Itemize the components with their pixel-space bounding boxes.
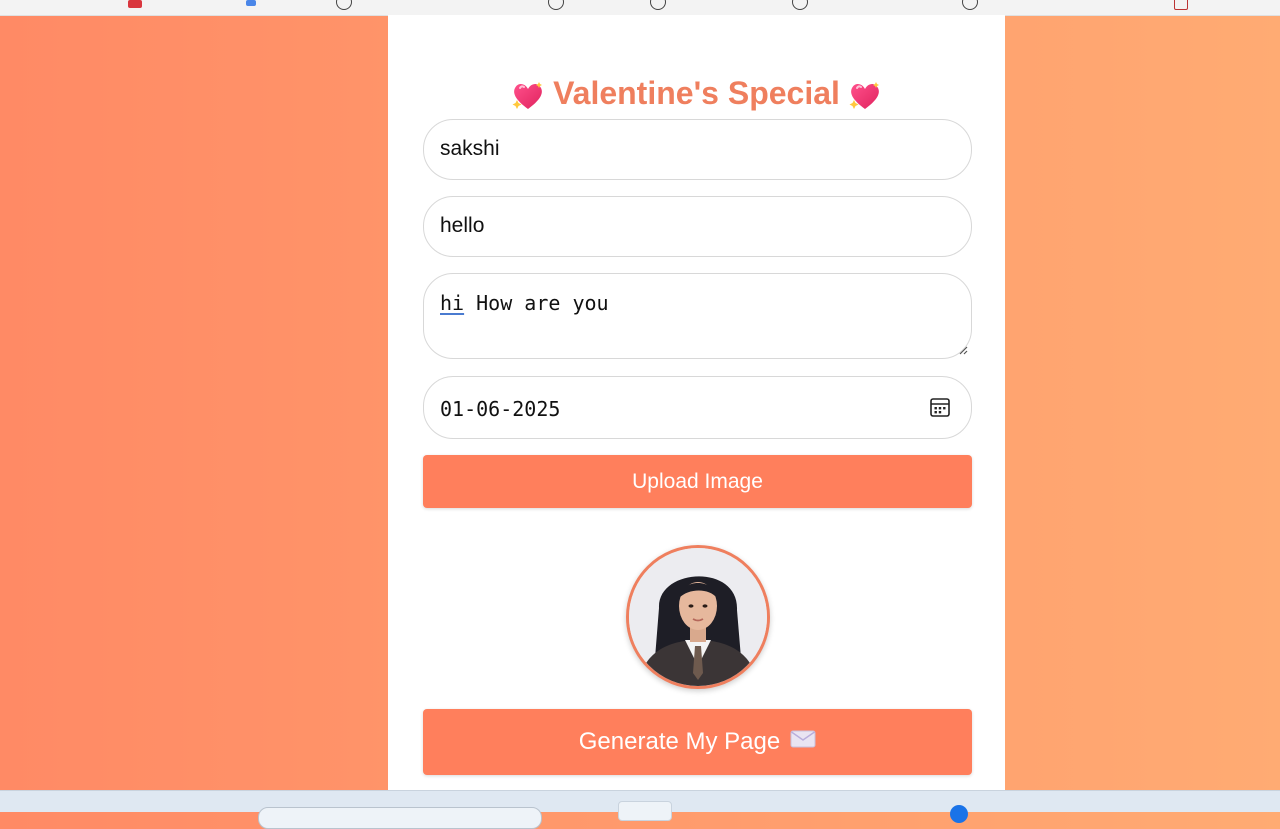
generate-page-button[interactable]: Generate My Page [423,709,972,775]
message-text: How are you [464,291,609,315]
globe-icon[interactable] [962,0,978,10]
name-input-value: sakshi [440,137,500,160]
subject-input[interactable]: hello [423,196,972,257]
page-title-text: Valentine's Special [553,75,840,111]
date-input-value: 01-06-2025 [440,397,561,421]
subject-input-value: hello [440,214,485,237]
globe-icon[interactable] [650,0,666,10]
envelope-icon [790,708,816,774]
globe-icon[interactable] [548,0,564,10]
page-title: Valentine's Special [388,73,1005,113]
globe-icon[interactable] [792,0,808,10]
taskbar-search[interactable] [258,807,542,829]
document-icon[interactable] [1174,0,1188,10]
globe-icon[interactable] [336,0,352,10]
taskbar-app-button[interactable] [618,801,672,821]
heart-sparkle-icon [511,80,545,112]
bookmark-icon[interactable] [128,0,142,8]
upload-image-label: Upload Image [632,470,763,493]
resize-handle-icon[interactable] [958,345,968,355]
form-card: Valentine's Special sakshi hello hi How … [388,15,1005,790]
spellcheck-word: hi [440,291,465,315]
os-taskbar [0,790,1280,829]
profile-photo [629,548,767,686]
profile-photo-preview [626,545,770,689]
generate-page-label: Generate My Page [578,728,781,755]
bookmark-icon[interactable] [246,0,256,6]
calendar-icon[interactable] [929,396,951,418]
upload-image-button[interactable]: Upload Image [423,455,972,508]
app-icon[interactable] [950,805,968,823]
message-textarea[interactable]: hi How are you [423,273,972,359]
browser-bookmarks-bar [0,0,1280,16]
heart-sparkle-icon [848,80,882,112]
name-input[interactable]: sakshi [423,119,972,180]
date-input[interactable]: 01-06-2025 [423,376,972,439]
message-textarea-value: hi How are you [440,291,609,315]
